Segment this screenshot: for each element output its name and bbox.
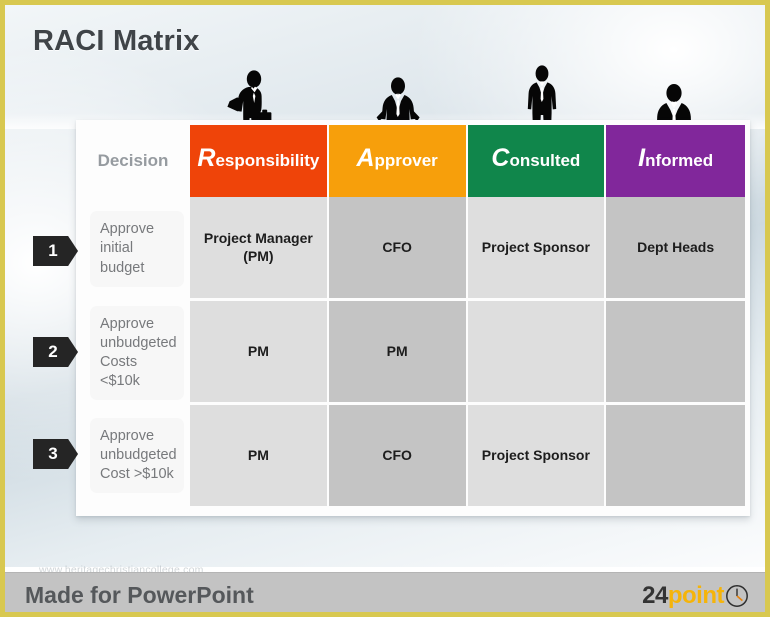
table-row: Approve unbudgeted Costs <$10k PM PM	[76, 301, 745, 405]
cell-responsibility[interactable]: Project Manager (PM)	[190, 197, 329, 301]
clock-icon	[726, 585, 748, 607]
cell-informed[interactable]: Dept Heads	[606, 197, 745, 301]
column-rest-i: nformed	[645, 151, 714, 170]
logo-number: 24	[642, 582, 668, 609]
slide-canvas: RACI Matrix Decision Responsibility Appr…	[0, 0, 770, 617]
column-initial-r: R	[197, 144, 216, 172]
cell-responsibility[interactable]: PM	[190, 301, 329, 405]
decision-label: Approve unbudgeted Costs <$10k	[90, 305, 184, 401]
page-title: RACI Matrix	[33, 25, 200, 57]
column-rest-r: esponsibility	[215, 151, 320, 170]
table-header-row: Decision Responsibility Approver Consult…	[76, 125, 745, 197]
column-header-responsibility[interactable]: Responsibility	[190, 125, 329, 197]
column-header-decision: Decision	[76, 125, 190, 197]
table-row: Approve unbudgeted Cost >$10k PM CFO Pro…	[76, 405, 745, 506]
cell-approver[interactable]: PM	[328, 301, 468, 405]
column-rest-a: pprover	[374, 151, 438, 170]
decision-cell: Approve initial budget	[76, 197, 190, 301]
cell-consulted[interactable]: Project Sponsor	[467, 197, 607, 301]
cell-approver[interactable]: CFO	[328, 197, 468, 301]
raci-matrix-table: Decision Responsibility Approver Consult…	[76, 125, 745, 506]
cell-informed[interactable]	[606, 301, 745, 405]
cell-approver[interactable]: CFO	[328, 405, 468, 506]
column-rest-c: onsulted	[509, 151, 581, 170]
cell-responsibility[interactable]: PM	[190, 405, 329, 506]
decision-cell: Approve unbudgeted Cost >$10k	[76, 405, 190, 506]
column-initial-c: C	[491, 144, 510, 172]
column-header-approver[interactable]: Approver	[328, 125, 468, 197]
column-header-consulted[interactable]: Consulted	[467, 125, 607, 197]
decision-cell: Approve unbudgeted Costs <$10k	[76, 301, 190, 405]
cell-informed[interactable]	[606, 405, 745, 506]
slide-footer: Made for PowerPoint 24 point	[5, 572, 765, 612]
column-header-informed[interactable]: Informed	[606, 125, 745, 197]
decision-label: Approve initial budget	[90, 211, 184, 287]
cell-consulted[interactable]: Project Sponsor	[467, 405, 607, 506]
cell-consulted[interactable]	[467, 301, 607, 405]
table-row: Approve initial budget Project Manager (…	[76, 197, 745, 301]
brand-logo[interactable]: 24 point	[642, 582, 749, 609]
logo-word: point	[667, 582, 725, 609]
decision-label: Approve unbudgeted Cost >$10k	[90, 417, 184, 494]
footer-tagline: Made for PowerPoint	[25, 582, 254, 608]
column-initial-a: A	[356, 144, 375, 172]
